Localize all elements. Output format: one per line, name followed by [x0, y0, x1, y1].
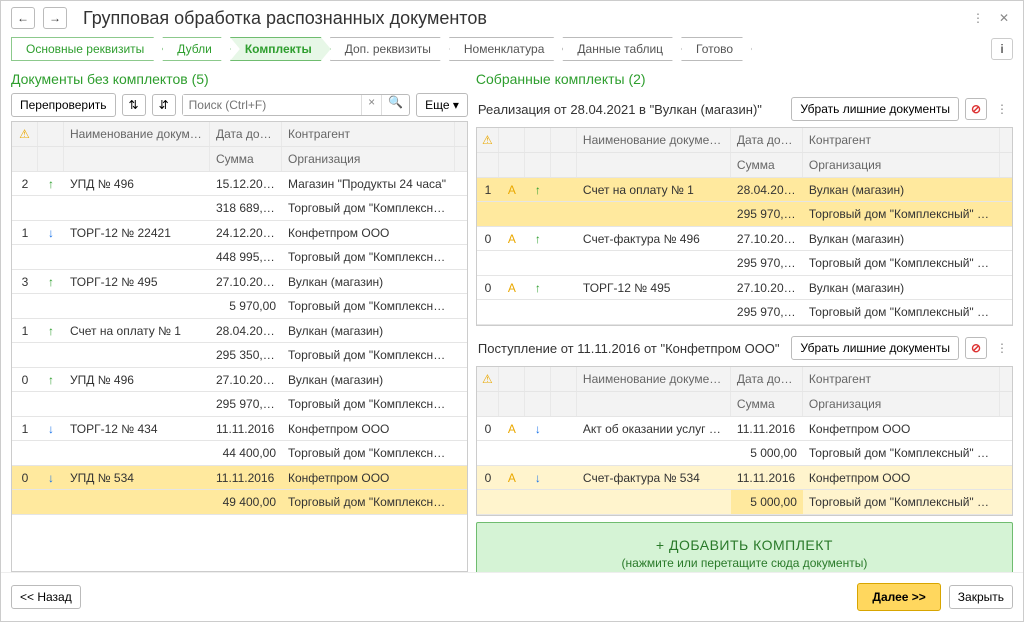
delete-set-button[interactable]: ⊘: [965, 98, 987, 120]
set-title-1: Поступление от 11.11.2016 от "Конфетпром…: [478, 341, 785, 356]
wizard-steps: Основные реквизитыДублиКомплектыДоп. рек…: [1, 35, 1023, 67]
left-pane-title: Документы без комплектов (5): [11, 67, 468, 93]
wizard-step-4[interactable]: Номенклатура: [449, 37, 564, 61]
set-title-0: Реализация от 28.04.2021 в "Вулкан (мага…: [478, 102, 785, 117]
table-row[interactable]: 2↑УПД № 49615.12.2021Магазин "Продукты 2…: [12, 172, 467, 196]
right-pane-title: Собранные комплекты (2): [476, 67, 1013, 93]
warn-col-icon: [482, 133, 493, 147]
arrow-down-icon: ↓: [535, 422, 541, 436]
arrow-up-icon: ↑: [535, 232, 541, 246]
warn-col-icon: [19, 127, 30, 141]
delete-set-button[interactable]: ⊘: [965, 337, 987, 359]
warn-col-icon: [482, 372, 493, 386]
table-row[interactable]: 3↑ТОРГ-12 № 49527.10.2016Вулкан (магазин…: [12, 270, 467, 294]
add-set-hint: (нажмите или перетащите сюда документы): [491, 556, 998, 570]
hdr-name[interactable]: Наименование документа: [64, 122, 210, 146]
hdr-org[interactable]: Организация: [282, 147, 455, 171]
arrow-up-icon: ↑: [48, 373, 54, 387]
wizard-step-6[interactable]: Готово: [681, 37, 752, 61]
search-icon[interactable]: 🔍: [381, 95, 409, 115]
table-row-sub[interactable]: 5 970,00Торговый дом "Комплексный" ООО: [12, 294, 467, 319]
hdr-ctr[interactable]: Контрагент: [282, 122, 455, 146]
table-row-sub[interactable]: 295 350,00Торговый дом "Комплексный" ООО: [12, 343, 467, 368]
warn-icon: A: [508, 471, 516, 485]
table-row-sub[interactable]: 295 970,00Торговый дом "Комплексный" ООО: [477, 251, 1012, 276]
table-row[interactable]: 0↑УПД № 49627.10.2016Вулкан (магазин): [12, 368, 467, 392]
warn-icon: A: [508, 232, 516, 246]
window-title: Групповая обработка распознанных докумен…: [83, 8, 961, 29]
more-button[interactable]: Еще ▾: [416, 93, 468, 117]
table-row[interactable]: 0A↑Счет-фактура № 49627.10.2016Вулкан (м…: [477, 227, 1012, 251]
sort-desc-button[interactable]: ⇵: [152, 94, 176, 116]
table-row[interactable]: 0A↓Счет-фактура № 53411.11.2016Конфетпро…: [477, 466, 1012, 490]
table-row-sub[interactable]: 5 000,00Торговый дом "Комплексный" ООО: [477, 490, 1012, 515]
table-row-sub[interactable]: 49 400,00Торговый дом "Комплексный" ООО: [12, 490, 467, 515]
search-input[interactable]: [183, 95, 362, 115]
table-row[interactable]: 0A↑ТОРГ-12 № 49527.10.2016Вулкан (магази…: [477, 276, 1012, 300]
arrow-up-icon: ↑: [535, 281, 541, 295]
set-menu-icon[interactable]: ⋮: [993, 339, 1011, 357]
back-button[interactable]: << Назад: [11, 585, 81, 609]
close-button[interactable]: Закрыть: [949, 585, 1013, 609]
close-icon[interactable]: ✕: [995, 9, 1013, 27]
set-menu-icon[interactable]: ⋮: [993, 100, 1011, 118]
wizard-step-0[interactable]: Основные реквизиты: [11, 37, 163, 61]
hdr-date[interactable]: Дата док-та: [210, 122, 282, 146]
table-row-sub[interactable]: 44 400,00Торговый дом "Комплексный" ООО: [12, 441, 467, 466]
sort-asc-button[interactable]: ⇅: [122, 94, 146, 116]
table-row-sub[interactable]: 448 995,00Торговый дом "Комплексный" ООО: [12, 245, 467, 270]
remove-extra-button[interactable]: Убрать лишние документы: [791, 336, 959, 360]
arrow-down-icon: ↓: [48, 471, 54, 485]
hdr-sum[interactable]: Сумма: [210, 147, 282, 171]
wizard-step-5[interactable]: Данные таблиц: [562, 37, 682, 61]
table-row-sub[interactable]: 295 970,00Торговый дом "Комплексный" ООО: [477, 300, 1012, 325]
wizard-step-3[interactable]: Доп. реквизиты: [330, 37, 450, 61]
table-row-sub[interactable]: 318 689,00Торговый дом "Комплексный" ООО: [12, 196, 467, 221]
menu-icon[interactable]: ⋮: [969, 9, 987, 27]
recheck-button[interactable]: Перепроверить: [11, 93, 116, 117]
table-row-sub[interactable]: 295 970,00Торговый дом "Комплексный" ООО: [477, 202, 1012, 227]
arrow-up-icon: ↑: [48, 275, 54, 289]
info-icon[interactable]: i: [991, 38, 1013, 60]
warn-icon: A: [508, 183, 516, 197]
table-row-sub[interactable]: 5 000,00Торговый дом "Комплексный" ООО: [477, 441, 1012, 466]
nav-fwd-button[interactable]: →: [43, 7, 67, 29]
wizard-step-1[interactable]: Дубли: [162, 37, 231, 61]
wizard-step-2[interactable]: Комплекты: [230, 37, 331, 61]
add-set-button[interactable]: + ДОБАВИТЬ КОМПЛЕКТ (нажмите или перетащи…: [476, 522, 1013, 572]
warn-icon: A: [508, 281, 516, 295]
table-row[interactable]: 0A↓Акт об оказании услуг № 43411.11.2016…: [477, 417, 1012, 441]
next-button[interactable]: Далее >>: [857, 583, 940, 611]
add-set-label: + ДОБАВИТЬ КОМПЛЕКТ: [491, 537, 998, 553]
table-row-sub[interactable]: 295 970,00Торговый дом "Комплексный" ООО: [12, 392, 467, 417]
search-clear-icon[interactable]: ×: [361, 95, 381, 115]
nav-back-button[interactable]: ←: [11, 7, 35, 29]
arrow-down-icon: ↓: [48, 226, 54, 240]
set-grid[interactable]: Наименование документаДата док-таКонтраг…: [476, 127, 1013, 326]
arrow-down-icon: ↓: [535, 471, 541, 485]
table-row[interactable]: 1A↑Счет на оплату № 128.04.2021Вулкан (м…: [477, 178, 1012, 202]
left-grid[interactable]: Наименование документаДата док-таКонтраг…: [11, 121, 468, 572]
set-grid[interactable]: Наименование документаДата док-таКонтраг…: [476, 366, 1013, 516]
table-row[interactable]: 1↓ТОРГ-12 № 43411.11.2016Конфетпром ООО: [12, 417, 467, 441]
table-row[interactable]: 0↓УПД № 53411.11.2016Конфетпром ООО: [12, 466, 467, 490]
warn-icon: A: [508, 422, 516, 436]
arrow-up-icon: ↑: [48, 324, 54, 338]
arrow-up-icon: ↑: [48, 177, 54, 191]
table-row[interactable]: 1↓ТОРГ-12 № 2242124.12.2016Конфетпром ОО…: [12, 221, 467, 245]
arrow-down-icon: ↓: [48, 422, 54, 436]
arrow-up-icon: ↑: [535, 183, 541, 197]
table-row[interactable]: 1↑Счет на оплату № 128.04.2021Вулкан (ма…: [12, 319, 467, 343]
remove-extra-button[interactable]: Убрать лишние документы: [791, 97, 959, 121]
